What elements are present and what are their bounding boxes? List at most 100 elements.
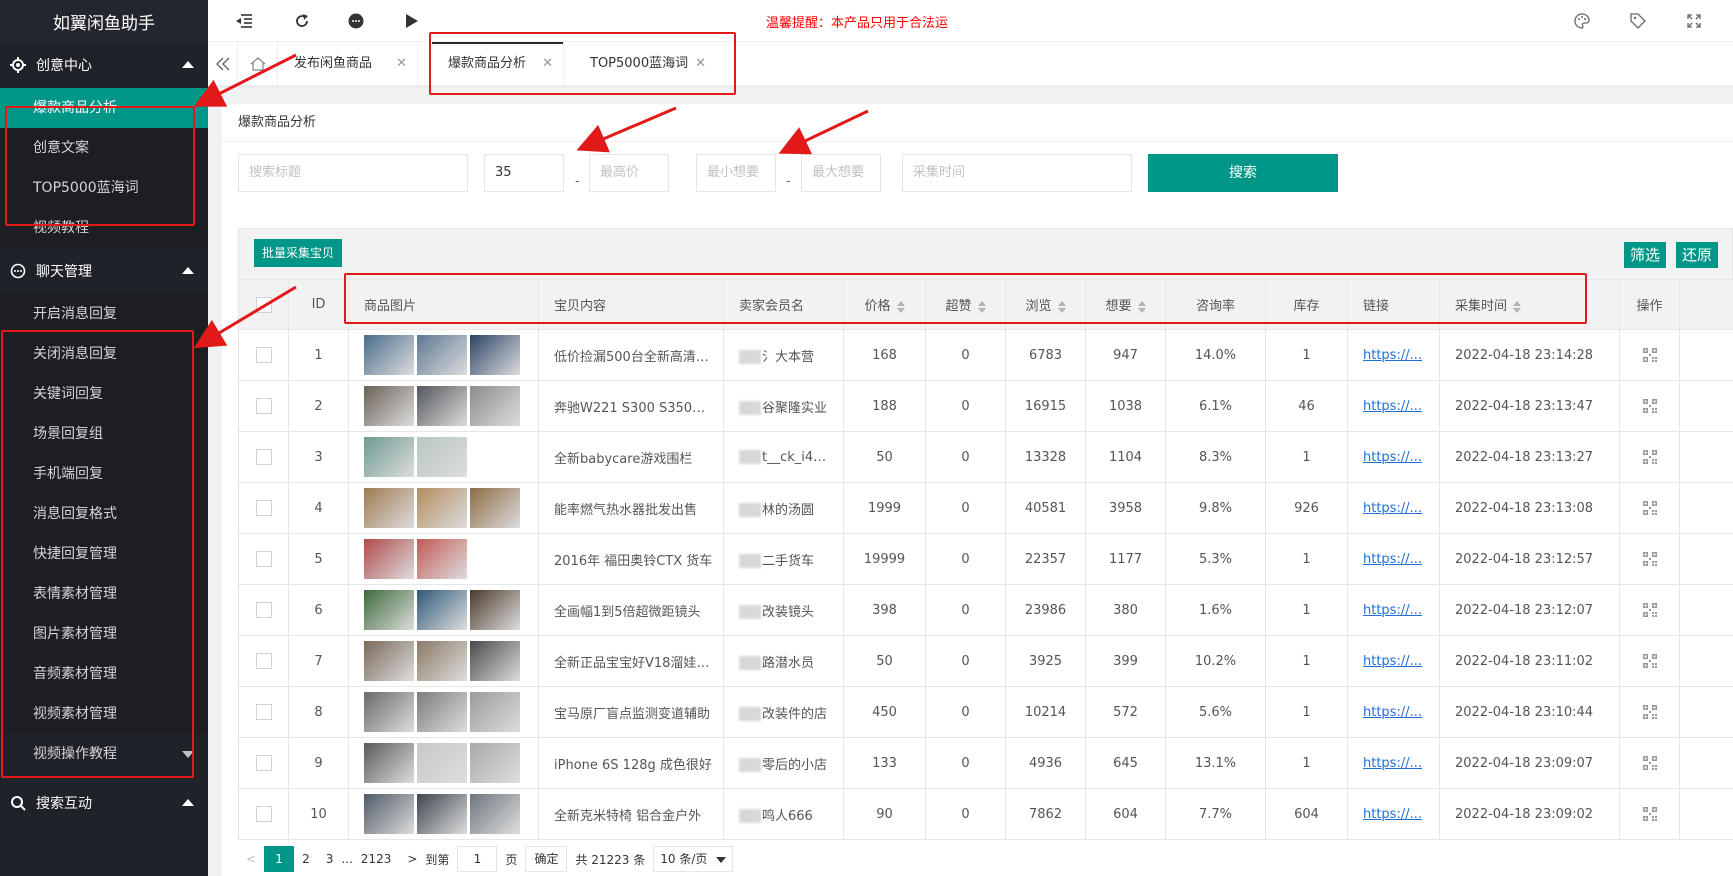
- sidebar-item-disable-reply[interactable]: 关闭消息回复: [0, 334, 208, 374]
- max-want-input[interactable]: 最大想要: [801, 154, 881, 192]
- qrcode-icon[interactable]: [1642, 705, 1657, 719]
- col-wants[interactable]: 想要: [1085, 279, 1166, 330]
- product-thumbnail[interactable]: [417, 488, 467, 528]
- page-link[interactable]: 3: [318, 846, 342, 872]
- col-time[interactable]: 采集时间: [1439, 279, 1620, 330]
- sidebar-item-hot-analysis[interactable]: 爆款商品分析: [0, 88, 208, 128]
- min-want-input[interactable]: 最小想要: [696, 154, 776, 192]
- col-price[interactable]: 价格: [843, 279, 926, 330]
- home-icon[interactable]: [238, 42, 278, 86]
- palette-icon[interactable]: [1572, 11, 1592, 31]
- min-price-input[interactable]: 35: [484, 154, 564, 192]
- row-select-cell[interactable]: [238, 482, 289, 534]
- item-link[interactable]: https://...: [1363, 807, 1422, 822]
- row-checkbox[interactable]: [255, 398, 272, 414]
- sort-icon[interactable]: [1057, 300, 1066, 313]
- row-select-cell[interactable]: [238, 737, 289, 789]
- sidebar-group-chat[interactable]: 聊天管理: [0, 248, 208, 294]
- product-thumbnail[interactable]: [417, 692, 467, 732]
- product-thumbnail[interactable]: [364, 437, 414, 477]
- qrcode-icon[interactable]: [1642, 348, 1657, 362]
- goto-confirm-button[interactable]: 确定: [525, 846, 568, 872]
- reset-button[interactable]: 还原: [1676, 242, 1719, 268]
- page-current[interactable]: 1: [264, 846, 295, 872]
- row-checkbox[interactable]: [255, 551, 272, 567]
- qrcode-icon[interactable]: [1642, 603, 1657, 617]
- product-thumbnail[interactable]: [417, 743, 467, 783]
- sidebar-item-audio-assets[interactable]: 音频素材管理: [0, 654, 208, 694]
- sidebar-item-mobile-reply[interactable]: 手机端回复: [0, 454, 208, 494]
- row-select-cell[interactable]: [238, 584, 289, 636]
- product-thumbnail[interactable]: [417, 437, 467, 477]
- product-thumbnail[interactable]: [364, 539, 414, 579]
- qrcode-icon[interactable]: [1642, 807, 1657, 821]
- collect-time-input[interactable]: 采集时间: [902, 154, 1132, 192]
- row-select-cell[interactable]: [238, 329, 289, 381]
- product-thumbnail[interactable]: [364, 590, 414, 630]
- sidebar-item-video-ops[interactable]: 视频操作教程: [0, 734, 208, 774]
- tab-top5000[interactable]: TOP5000蓝海词 ✕: [574, 42, 716, 86]
- row-checkbox[interactable]: [255, 755, 272, 771]
- close-icon[interactable]: ✕: [396, 42, 407, 86]
- sidebar-group-search[interactable]: 搜索互动: [0, 780, 208, 826]
- search-title-input[interactable]: 搜索标题: [238, 154, 468, 192]
- sidebar-group-creative[interactable]: 创意中心: [0, 42, 208, 88]
- row-checkbox[interactable]: [255, 704, 272, 720]
- close-icon[interactable]: ✕: [542, 42, 553, 86]
- item-link[interactable]: https://...: [1363, 705, 1422, 720]
- row-checkbox[interactable]: [255, 653, 272, 669]
- row-checkbox[interactable]: [255, 602, 272, 618]
- qrcode-icon[interactable]: [1642, 399, 1657, 413]
- filter-button[interactable]: 筛选: [1624, 242, 1667, 268]
- qrcode-icon[interactable]: [1642, 756, 1657, 770]
- product-thumbnail[interactable]: [417, 539, 467, 579]
- sidebar-item-keyword-reply[interactable]: 关键词回复: [0, 374, 208, 414]
- sidebar-item-enable-reply[interactable]: 开启消息回复: [0, 294, 208, 334]
- product-thumbnail[interactable]: [417, 386, 467, 426]
- product-thumbnail[interactable]: [364, 743, 414, 783]
- goto-page-input[interactable]: 1: [457, 846, 498, 872]
- product-thumbnail[interactable]: [364, 641, 414, 681]
- tab-publish[interactable]: 发布闲鱼商品 ✕: [278, 42, 418, 86]
- row-select-cell[interactable]: [238, 380, 289, 432]
- max-price-input[interactable]: 最高价: [589, 154, 669, 192]
- col-views[interactable]: 浏览: [1005, 279, 1086, 330]
- qrcode-icon[interactable]: [1642, 654, 1657, 668]
- refresh-icon[interactable]: [292, 11, 312, 31]
- search-button[interactable]: 搜索: [1148, 154, 1338, 192]
- sidebar-item-scene-group[interactable]: 场景回复组: [0, 414, 208, 454]
- sidebar-item-creative-copy[interactable]: 创意文案: [0, 128, 208, 168]
- next-page-icon[interactable]: >: [399, 846, 425, 872]
- row-select-cell[interactable]: [238, 686, 289, 738]
- item-link[interactable]: https://...: [1363, 756, 1422, 771]
- row-checkbox[interactable]: [255, 500, 272, 516]
- tab-hot-analysis[interactable]: 爆款商品分析 ✕: [432, 42, 564, 86]
- row-select-cell[interactable]: [238, 533, 289, 585]
- product-thumbnail[interactable]: [417, 641, 467, 681]
- row-checkbox[interactable]: [255, 806, 272, 822]
- item-link[interactable]: https://...: [1363, 399, 1422, 414]
- row-select-cell[interactable]: [238, 431, 289, 483]
- qrcode-icon[interactable]: [1642, 501, 1657, 515]
- sidebar-item-reply-format[interactable]: 消息回复格式: [0, 494, 208, 534]
- fullscreen-icon[interactable]: [1684, 11, 1704, 31]
- sort-icon[interactable]: [896, 300, 905, 313]
- menu-fold-icon[interactable]: [234, 11, 254, 31]
- product-thumbnail[interactable]: [470, 488, 520, 528]
- row-select-cell[interactable]: [238, 788, 289, 840]
- product-thumbnail[interactable]: [470, 794, 520, 834]
- chat-bubble-icon[interactable]: [346, 11, 366, 31]
- qrcode-icon[interactable]: [1642, 552, 1657, 566]
- close-icon[interactable]: ✕: [695, 42, 706, 86]
- row-checkbox[interactable]: [255, 347, 272, 363]
- sidebar-item-video-tutorial[interactable]: 视频教程: [0, 208, 208, 248]
- page-link[interactable]: 2: [294, 846, 318, 872]
- item-link[interactable]: https://...: [1363, 552, 1422, 567]
- row-checkbox[interactable]: [255, 449, 272, 465]
- select-all-checkbox[interactable]: [255, 296, 272, 313]
- row-select-cell[interactable]: [238, 635, 289, 687]
- sort-icon[interactable]: [977, 300, 986, 313]
- play-icon[interactable]: [402, 11, 422, 31]
- batch-collect-button[interactable]: 批量采集宝贝: [254, 239, 343, 267]
- product-thumbnail[interactable]: [417, 590, 467, 630]
